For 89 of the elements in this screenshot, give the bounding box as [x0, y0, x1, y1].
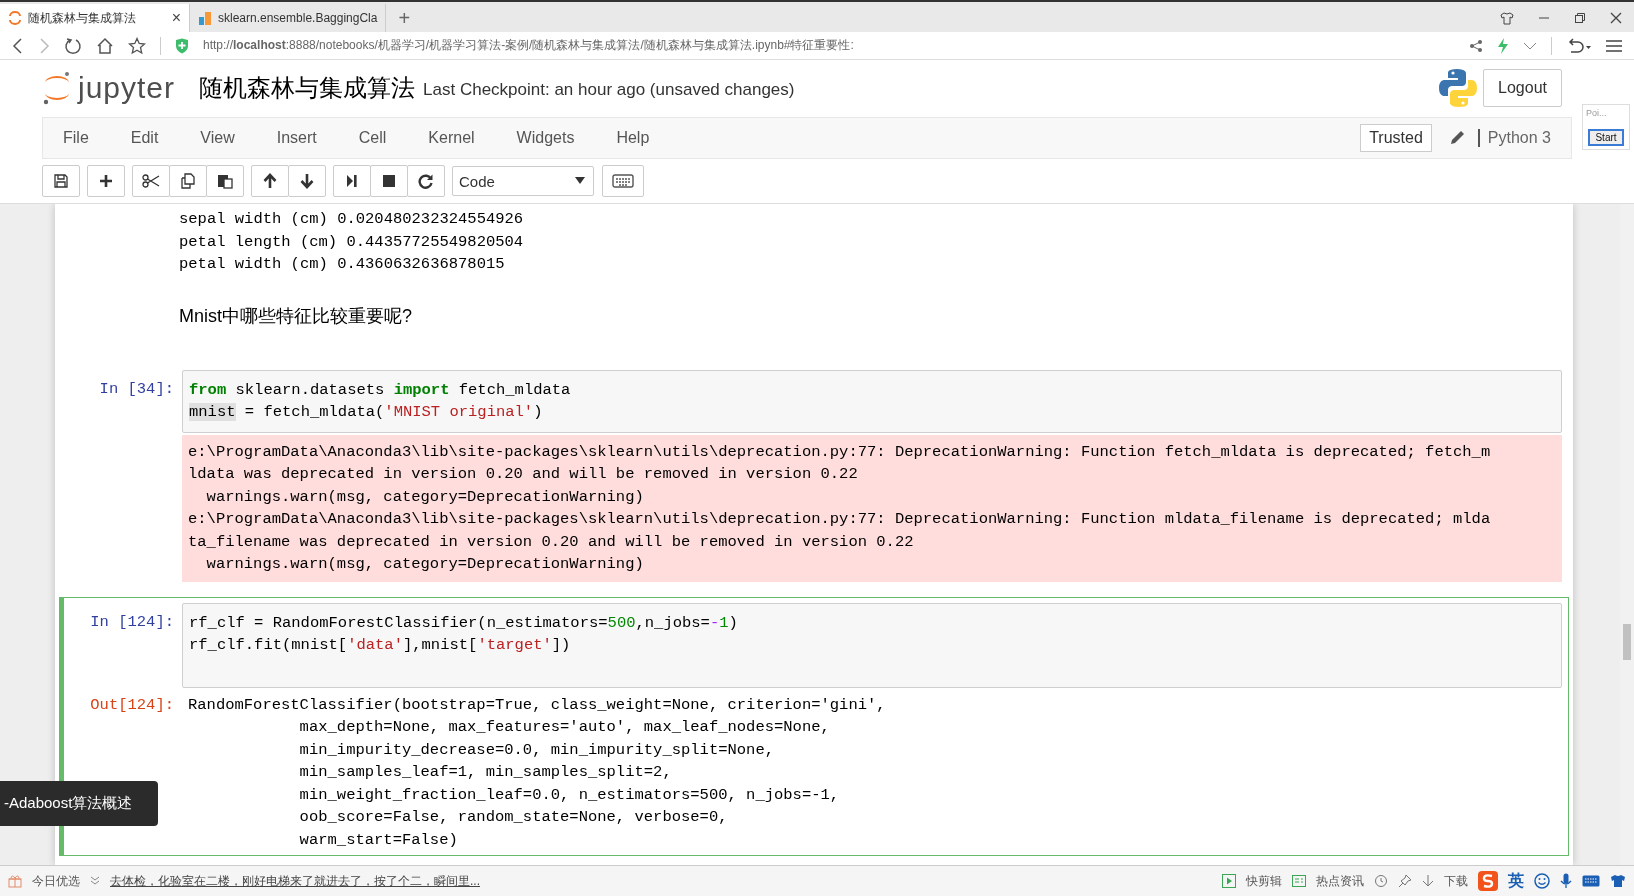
plus-icon [99, 174, 113, 188]
refresh-icon [418, 173, 434, 189]
caret-icon [575, 177, 585, 185]
cell-type-dropdown[interactable]: Code [452, 166, 594, 196]
play-icon[interactable] [1222, 874, 1236, 888]
status-item[interactable]: 热点资讯 [1316, 872, 1364, 890]
undo-icon[interactable] [1566, 36, 1592, 55]
stop-icon [382, 174, 396, 188]
menu-item[interactable]: Insert [255, 129, 338, 147]
code-editor[interactable]: from sklearn.datasets import fetch_mldata mnist = fetch_mldata('MNIST original') [182, 369, 1562, 433]
new-tab-button[interactable]: + [386, 4, 423, 32]
menu-item[interactable]: View [179, 129, 256, 147]
logout-button[interactable]: Logout [1483, 68, 1562, 107]
start-button[interactable]: Start [1588, 129, 1624, 146]
status-item[interactable]: 下载 [1444, 872, 1468, 890]
menu-item[interactable]: Cell [337, 129, 408, 147]
arrow-up-icon [263, 173, 277, 189]
kernel-name: Python 3 [1477, 129, 1551, 147]
insert-cell-button[interactable] [87, 165, 125, 197]
news-link[interactable]: 去体检，化验室在二楼，刚好电梯来了就进去了，按了个二，瞬间里... [110, 872, 480, 890]
chevron-down-icon[interactable] [1523, 40, 1537, 51]
shirt-icon[interactable] [1500, 11, 1514, 25]
double-chevron-icon[interactable] [90, 876, 100, 886]
trusted-indicator[interactable]: Trusted [1360, 124, 1432, 152]
menu-item[interactable]: Edit [109, 129, 180, 147]
restore-icon[interactable] [1574, 12, 1586, 24]
sogou-logo-icon[interactable] [1478, 871, 1498, 891]
menu-item[interactable]: File [63, 129, 110, 147]
tab-title: 随机森林与集成算法 [28, 9, 137, 27]
save-button[interactable] [42, 165, 80, 197]
menu-item[interactable]: Widgets [495, 129, 596, 147]
checkpoint-status: Last Checkpoint: an hour ago (unsaved changes) [423, 79, 795, 100]
jupyter-mark-icon [42, 70, 72, 105]
address-field[interactable]: http://localhost:8888/notebooks/机器学习/机器学习算法-案例/随机森林与集成算法/随机森林与集成算法.ipynb#特征重要性: [203, 37, 1455, 54]
paste-button[interactable] [206, 165, 244, 197]
share-icon[interactable] [1469, 38, 1483, 53]
paste-icon [217, 173, 233, 189]
close-icon[interactable] [1610, 12, 1622, 24]
menu-item[interactable]: Kernel [407, 129, 496, 147]
jupyter-logo[interactable]: jupyter [42, 70, 176, 105]
browser-tab[interactable]: sklearn.ensemble.BaggingCla [190, 4, 387, 32]
popup-title: Poi... [1585, 108, 1607, 118]
shirt-icon[interactable] [1610, 874, 1626, 888]
status-item[interactable]: 快剪辑 [1246, 872, 1282, 890]
copy-icon [180, 173, 196, 189]
keyboard-icon [612, 174, 634, 188]
notebook-title[interactable]: 随机森林与集成算法 [199, 71, 416, 104]
featured-link[interactable]: 今日优选 [32, 872, 80, 890]
jupyter-logo-icon [8, 11, 22, 25]
shield-icon [175, 37, 189, 54]
stop-button[interactable] [370, 165, 408, 197]
menu-item[interactable]: Help [595, 129, 671, 147]
keyboard-button[interactable] [602, 165, 644, 197]
smiley-icon[interactable] [1534, 873, 1550, 889]
reload-icon[interactable] [64, 36, 82, 55]
clock-icon[interactable] [1374, 874, 1388, 888]
restart-button[interactable] [407, 165, 445, 197]
keyboard-icon[interactable] [1582, 875, 1600, 887]
close-tab-button[interactable]: × [171, 9, 181, 27]
warning-output: e:\ProgramData\Anaconda3\lib\site-packages\sklearn\utils\deprecation.py:77: DeprecationWarning: Function fetch_mldata is deprecated; fetch_m ldata was deprecated in version 0.20 and will be removed in version 0.22 warnings.warn(msg, category=DeprecationWarning) e:\ProgramData\Anaconda3\lib\site-packages\sklearn\utils\deprecation.py:77: DeprecationWarning: Function mldata_filename is deprecated; mlda ta_filename was deprecated in version 0.20 and will be removed in version 0.22 warnings.warn(msg, category=DeprecationWarning) [182, 434, 1562, 582]
code-editor[interactable]: rf_clf = RandomForestClassifier(n_estimators=500,n_jobs=-1) rf_clf.fit(mnist['data'],mnist['target']) [182, 602, 1562, 688]
output-text: sepal width (cm) 0.020480232324554926 petal length (cm) 0.44357725549820504 petal width (cm) 0.4360632636878015 [178, 209, 525, 275]
menu-icon[interactable] [1606, 38, 1622, 53]
step-forward-icon [346, 174, 358, 188]
input-prompt: In [124]: [89, 611, 175, 633]
home-icon[interactable] [96, 36, 114, 55]
download-icon[interactable] [1422, 874, 1434, 888]
cut-button[interactable] [132, 165, 170, 197]
scissors-icon [142, 174, 160, 188]
tooltip: -Adaboost算法概述 [0, 781, 158, 826]
arrow-down-icon [300, 173, 314, 189]
copy-button[interactable] [169, 165, 207, 197]
output-text: RandomForestClassifier(bootstrap=True, class_weight=None, criterion='gini', max_depth=None, max_features='auto', max_leaf_nodes=None, min_impurity_decrease=0.0, min_impurity_split=None, min_samples_leaf=1, min_samples_split=2, min_weight_fraction_leaf=0.0, n_estimators=500, n_jobs=-1, oob_score=False, random_state=None, verbose=0, warm_start=False) [187, 694, 887, 851]
output-prompt: Out[124]: [89, 694, 175, 716]
python-logo-icon [1439, 67, 1478, 108]
markdown-text: Mnist中哪些特征比较重要呢? [178, 304, 412, 328]
input-prompt: In [34]: [98, 378, 175, 400]
pin-icon[interactable] [1398, 874, 1412, 888]
chart-logo-icon [198, 11, 212, 25]
back-icon[interactable] [12, 37, 24, 54]
move-up-button[interactable] [251, 165, 289, 197]
move-down-button[interactable] [288, 165, 326, 197]
microphone-icon[interactable] [1560, 873, 1572, 889]
browser-tab[interactable]: 随机森林与集成算法 × [0, 4, 190, 32]
ime-mode[interactable]: 英 [1508, 870, 1524, 892]
news-icon[interactable] [1292, 874, 1306, 888]
run-button[interactable] [333, 165, 371, 197]
star-icon[interactable] [128, 36, 146, 55]
tab-title: sklearn.ensemble.BaggingCla [218, 11, 378, 25]
